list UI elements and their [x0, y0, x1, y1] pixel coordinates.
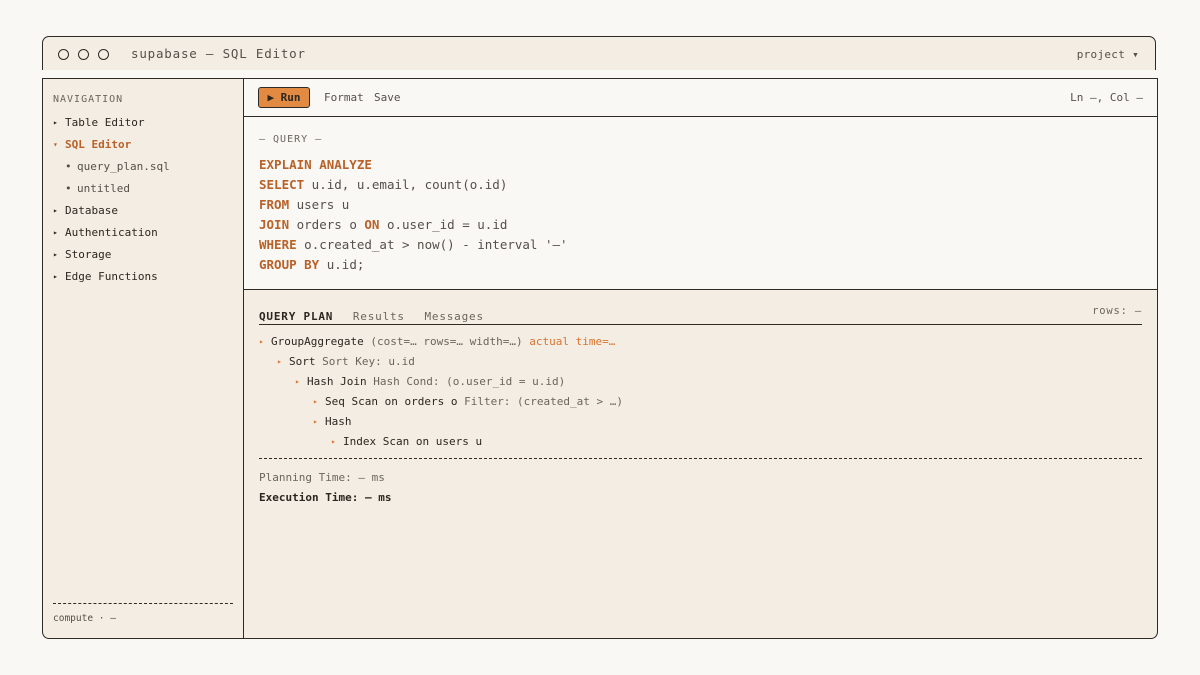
sql-text: o.created_at > now() - interval '—' [296, 237, 568, 252]
sql-keyword: JOIN [259, 217, 290, 232]
sidebar-item-label: Table Editor [65, 116, 145, 129]
sidebar-item-label: Storage [65, 248, 112, 261]
plan-node-name: GroupAggregate [271, 335, 364, 348]
sidebar-item-edge-functions[interactable]: ▸ Edge Functions [53, 269, 170, 291]
sql-keyword: WHERE [259, 237, 297, 252]
sql-editor[interactable]: — QUERY — EXPLAIN ANALYZE SELECT u.id, u.… [244, 117, 1157, 290]
sql-keyword: ON [364, 217, 380, 232]
results-panel: QUERY PLAN Results Messages rows: — ▸ Gro… [244, 290, 1157, 638]
code-line: JOIN orders o ON o.user_id = u.id [259, 215, 568, 235]
caret-right-icon: ▸ [259, 337, 264, 346]
sql-text: users u [289, 197, 350, 212]
window-close-dot[interactable] [58, 49, 69, 60]
query-section-label: — QUERY — [259, 134, 323, 145]
window-minimize-dot[interactable] [78, 49, 89, 60]
caret-right-icon: ▸ [53, 228, 58, 237]
tab-results[interactable]: Results [353, 310, 405, 323]
sql-text: u.id, u.email, count(o.id) [304, 177, 508, 192]
sidebar-divider [53, 603, 233, 604]
caret-right-icon: ▸ [53, 272, 58, 281]
tab-query-plan[interactable]: QUERY PLAN [259, 310, 333, 323]
caret-right-icon: ▸ [313, 417, 318, 426]
caret-right-icon: ▸ [53, 250, 58, 259]
plan-node[interactable]: ▸ GroupAggregate (cost=… rows=… width=…) … [259, 332, 1142, 352]
compute-status: compute · — [53, 613, 116, 624]
bullet-icon: • [65, 182, 72, 195]
plan-node[interactable]: ▸ Seq Scan on orders o Filter: (created_a… [259, 392, 1142, 412]
plan-node-detail: Hash Cond: (o.user_id = u.id) [366, 375, 566, 388]
caret-down-icon: ▾ [53, 140, 58, 149]
save-button[interactable]: Save [374, 91, 401, 104]
plan-divider [259, 458, 1142, 459]
sidebar-item-storage[interactable]: ▸ Storage [53, 247, 170, 269]
caret-right-icon: ▸ [331, 437, 336, 446]
sql-text: o.user_id = u.id [379, 217, 508, 232]
run-button[interactable]: ▶ Run [258, 87, 310, 108]
sidebar-item-database[interactable]: ▸ Database [53, 203, 170, 225]
caret-right-icon: ▸ [277, 357, 282, 366]
window-maximize-dot[interactable] [98, 49, 109, 60]
sidebar-file-query-plan[interactable]: • query_plan.sql [53, 159, 170, 181]
caret-right-icon: ▸ [295, 377, 300, 386]
sidebar-item-authentication[interactable]: ▸ Authentication [53, 225, 170, 247]
sql-keyword: EXPLAIN ANALYZE [259, 157, 372, 172]
tab-messages[interactable]: Messages [424, 310, 483, 323]
plan-node-name: Hash [325, 415, 352, 428]
cursor-position: Ln —, Col — [1070, 91, 1143, 104]
sidebar-item-label: Authentication [65, 226, 158, 239]
planning-time: Planning Time: — ms [259, 471, 385, 484]
editor-toolbar: ▶ Run Format Save Ln —, Col — [244, 79, 1157, 117]
caret-right-icon: ▸ [53, 206, 58, 215]
plan-node[interactable]: ▸ Sort Sort Key: u.id [259, 352, 1142, 372]
timing-summary: Planning Time: — ms Execution Time: — ms [259, 468, 391, 508]
query-plan-tree: ▸ GroupAggregate (cost=… rows=… width=…) … [259, 332, 1142, 452]
plan-node[interactable]: ▸ Hash [259, 412, 1142, 432]
plan-node-detail: Filter: (created_at > …) [457, 395, 624, 408]
sql-text: orders o [289, 217, 365, 232]
code-line: FROM users u [259, 195, 568, 215]
bullet-icon: • [65, 160, 72, 173]
sidebar-item-label: query_plan.sql [77, 160, 170, 173]
execution-time: Execution Time: — ms [259, 491, 392, 504]
plan-node-name: Index Scan on users u [343, 435, 483, 448]
sidebar-item-label: Edge Functions [65, 270, 158, 283]
sidebar-item-label: untitled [77, 182, 130, 195]
plan-node[interactable]: ▸ Index Scan on users u [259, 432, 1142, 452]
plan-node-detail: (cost=… rows=… width=…) [363, 335, 523, 348]
format-button[interactable]: Format [324, 91, 364, 104]
sql-keyword: SELECT [259, 177, 305, 192]
plan-node-timing: actual time=… [522, 335, 616, 348]
project-dropdown[interactable]: project ▾ [1077, 48, 1139, 61]
sql-keyword: GROUP BY [259, 257, 320, 272]
rows-count: rows: — [1092, 305, 1142, 317]
code-line: SELECT u.id, u.email, count(o.id) [259, 175, 568, 195]
plan-node-detail: Sort Key: u.id [315, 355, 415, 368]
plan-node-name: Seq Scan on orders o [325, 395, 458, 408]
sidebar-item-sql-editor[interactable]: ▾ SQL Editor [53, 137, 170, 159]
app-frame: NAVIGATION ▸ Table Editor ▾ SQL Editor • qu… [42, 78, 1158, 639]
window-titlebar: supabase — SQL Editor project ▾ [42, 36, 1156, 70]
plan-node-name: Hash Join [307, 375, 367, 388]
code-line: GROUP BY u.id; [259, 255, 568, 275]
sidebar-file-untitled[interactable]: • untitled [53, 181, 170, 203]
results-tabs: QUERY PLAN Results Messages rows: — [259, 305, 1142, 325]
sql-keyword: FROM [259, 197, 290, 212]
caret-right-icon: ▸ [53, 118, 58, 127]
sidebar-item-label: Database [65, 204, 118, 217]
plan-node[interactable]: ▸ Hash Join Hash Cond: (o.user_id = u.id) [259, 372, 1142, 392]
code-line: EXPLAIN ANALYZE [259, 155, 568, 175]
sidebar: NAVIGATION ▸ Table Editor ▾ SQL Editor • qu… [43, 79, 244, 638]
window-title: supabase — SQL Editor [131, 46, 306, 61]
code-line: WHERE o.created_at > now() - interval '—… [259, 235, 568, 255]
sidebar-item-table-editor[interactable]: ▸ Table Editor [53, 115, 170, 137]
plan-node-name: Sort [289, 355, 316, 368]
code-area[interactable]: EXPLAIN ANALYZE SELECT u.id, u.email, cou… [259, 155, 568, 275]
caret-right-icon: ▸ [313, 397, 318, 406]
nav-list: ▸ Table Editor ▾ SQL Editor • query_plan.sq… [53, 115, 170, 291]
nav-heading: NAVIGATION [53, 94, 124, 105]
sidebar-item-label: SQL Editor [65, 138, 132, 151]
main-panel: ▶ Run Format Save Ln —, Col — — QUERY — … [244, 79, 1157, 638]
sql-text: u.id; [319, 257, 365, 272]
